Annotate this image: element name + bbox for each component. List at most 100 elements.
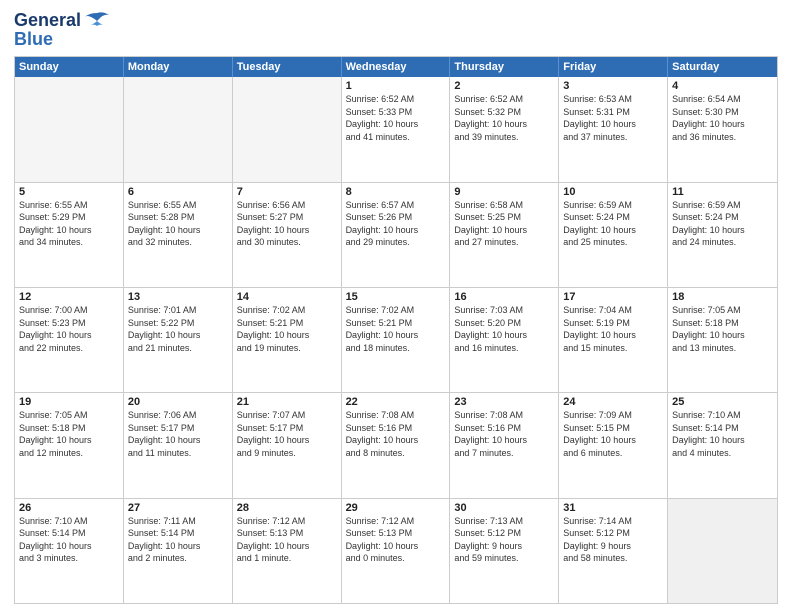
logo-blue: Blue [14,29,53,50]
day-info: Sunrise: 6:59 AMSunset: 5:24 PMDaylight:… [563,199,663,249]
day-number: 10 [563,186,663,198]
calendar-week-5: 26Sunrise: 7:10 AMSunset: 5:14 PMDayligh… [15,498,777,603]
day-number: 21 [237,396,337,408]
calendar-cell: 29Sunrise: 7:12 AMSunset: 5:13 PMDayligh… [342,499,451,603]
weekday-header-saturday: Saturday [668,57,777,77]
day-number: 19 [19,396,119,408]
day-number: 23 [454,396,554,408]
calendar-cell: 1Sunrise: 6:52 AMSunset: 5:33 PMDaylight… [342,77,451,181]
calendar-header: SundayMondayTuesdayWednesdayThursdayFrid… [15,57,777,77]
day-info: Sunrise: 6:52 AMSunset: 5:32 PMDaylight:… [454,93,554,143]
day-info: Sunrise: 6:57 AMSunset: 5:26 PMDaylight:… [346,199,446,249]
day-info: Sunrise: 7:08 AMSunset: 5:16 PMDaylight:… [454,409,554,459]
day-number: 15 [346,291,446,303]
weekday-header-monday: Monday [124,57,233,77]
calendar-week-2: 5Sunrise: 6:55 AMSunset: 5:29 PMDaylight… [15,182,777,287]
day-info: Sunrise: 7:04 AMSunset: 5:19 PMDaylight:… [563,304,663,354]
calendar-cell: 28Sunrise: 7:12 AMSunset: 5:13 PMDayligh… [233,499,342,603]
day-info: Sunrise: 7:05 AMSunset: 5:18 PMDaylight:… [19,409,119,459]
calendar-cell: 2Sunrise: 6:52 AMSunset: 5:32 PMDaylight… [450,77,559,181]
day-info: Sunrise: 7:00 AMSunset: 5:23 PMDaylight:… [19,304,119,354]
day-number: 16 [454,291,554,303]
day-number: 11 [672,186,773,198]
day-number: 6 [128,186,228,198]
weekday-header-friday: Friday [559,57,668,77]
logo-bird-icon [83,11,111,31]
day-number: 31 [563,502,663,514]
day-info: Sunrise: 7:01 AMSunset: 5:22 PMDaylight:… [128,304,228,354]
calendar-cell: 7Sunrise: 6:56 AMSunset: 5:27 PMDaylight… [233,183,342,287]
calendar-cell: 14Sunrise: 7:02 AMSunset: 5:21 PMDayligh… [233,288,342,392]
day-number: 13 [128,291,228,303]
calendar-cell: 19Sunrise: 7:05 AMSunset: 5:18 PMDayligh… [15,393,124,497]
day-info: Sunrise: 7:09 AMSunset: 5:15 PMDaylight:… [563,409,663,459]
day-info: Sunrise: 6:55 AMSunset: 5:29 PMDaylight:… [19,199,119,249]
day-number: 29 [346,502,446,514]
day-info: Sunrise: 6:54 AMSunset: 5:30 PMDaylight:… [672,93,773,143]
day-info: Sunrise: 6:56 AMSunset: 5:27 PMDaylight:… [237,199,337,249]
header: General Blue [14,10,778,50]
day-info: Sunrise: 7:10 AMSunset: 5:14 PMDaylight:… [19,515,119,565]
day-info: Sunrise: 7:10 AMSunset: 5:14 PMDaylight:… [672,409,773,459]
day-info: Sunrise: 7:12 AMSunset: 5:13 PMDaylight:… [346,515,446,565]
day-info: Sunrise: 7:12 AMSunset: 5:13 PMDaylight:… [237,515,337,565]
day-info: Sunrise: 7:13 AMSunset: 5:12 PMDaylight:… [454,515,554,565]
day-number: 5 [19,186,119,198]
day-info: Sunrise: 7:02 AMSunset: 5:21 PMDaylight:… [346,304,446,354]
day-number: 3 [563,80,663,92]
day-number: 18 [672,291,773,303]
day-number: 20 [128,396,228,408]
calendar-cell: 9Sunrise: 6:58 AMSunset: 5:25 PMDaylight… [450,183,559,287]
logo-text: General [14,10,111,31]
calendar-cell: 21Sunrise: 7:07 AMSunset: 5:17 PMDayligh… [233,393,342,497]
day-number: 22 [346,396,446,408]
weekday-header-thursday: Thursday [450,57,559,77]
calendar-cell: 3Sunrise: 6:53 AMSunset: 5:31 PMDaylight… [559,77,668,181]
calendar-cell: 27Sunrise: 7:11 AMSunset: 5:14 PMDayligh… [124,499,233,603]
day-number: 26 [19,502,119,514]
calendar-cell: 10Sunrise: 6:59 AMSunset: 5:24 PMDayligh… [559,183,668,287]
calendar-cell: 30Sunrise: 7:13 AMSunset: 5:12 PMDayligh… [450,499,559,603]
logo: General Blue [14,10,111,50]
day-info: Sunrise: 6:59 AMSunset: 5:24 PMDaylight:… [672,199,773,249]
calendar-cell: 11Sunrise: 6:59 AMSunset: 5:24 PMDayligh… [668,183,777,287]
day-info: Sunrise: 7:08 AMSunset: 5:16 PMDaylight:… [346,409,446,459]
calendar-cell [124,77,233,181]
calendar-body: 1Sunrise: 6:52 AMSunset: 5:33 PMDaylight… [15,77,777,603]
calendar-cell [15,77,124,181]
day-info: Sunrise: 7:02 AMSunset: 5:21 PMDaylight:… [237,304,337,354]
day-info: Sunrise: 7:06 AMSunset: 5:17 PMDaylight:… [128,409,228,459]
calendar-cell: 20Sunrise: 7:06 AMSunset: 5:17 PMDayligh… [124,393,233,497]
day-info: Sunrise: 7:07 AMSunset: 5:17 PMDaylight:… [237,409,337,459]
day-info: Sunrise: 7:14 AMSunset: 5:12 PMDaylight:… [563,515,663,565]
calendar-cell: 23Sunrise: 7:08 AMSunset: 5:16 PMDayligh… [450,393,559,497]
day-number: 4 [672,80,773,92]
calendar-cell: 18Sunrise: 7:05 AMSunset: 5:18 PMDayligh… [668,288,777,392]
weekday-header-wednesday: Wednesday [342,57,451,77]
day-info: Sunrise: 6:55 AMSunset: 5:28 PMDaylight:… [128,199,228,249]
day-number: 7 [237,186,337,198]
day-info: Sunrise: 6:52 AMSunset: 5:33 PMDaylight:… [346,93,446,143]
calendar: SundayMondayTuesdayWednesdayThursdayFrid… [14,56,778,604]
day-number: 24 [563,396,663,408]
calendar-cell: 15Sunrise: 7:02 AMSunset: 5:21 PMDayligh… [342,288,451,392]
day-number: 30 [454,502,554,514]
calendar-week-1: 1Sunrise: 6:52 AMSunset: 5:33 PMDaylight… [15,77,777,181]
calendar-cell: 6Sunrise: 6:55 AMSunset: 5:28 PMDaylight… [124,183,233,287]
page: General Blue SundayMondayTuesdayWednesda… [0,0,792,612]
calendar-cell [668,499,777,603]
day-info: Sunrise: 6:53 AMSunset: 5:31 PMDaylight:… [563,93,663,143]
calendar-cell [233,77,342,181]
weekday-header-sunday: Sunday [15,57,124,77]
day-number: 1 [346,80,446,92]
calendar-cell: 4Sunrise: 6:54 AMSunset: 5:30 PMDaylight… [668,77,777,181]
day-number: 28 [237,502,337,514]
day-number: 2 [454,80,554,92]
day-number: 27 [128,502,228,514]
day-number: 25 [672,396,773,408]
calendar-cell: 24Sunrise: 7:09 AMSunset: 5:15 PMDayligh… [559,393,668,497]
calendar-cell: 17Sunrise: 7:04 AMSunset: 5:19 PMDayligh… [559,288,668,392]
day-number: 9 [454,186,554,198]
calendar-cell: 13Sunrise: 7:01 AMSunset: 5:22 PMDayligh… [124,288,233,392]
weekday-header-tuesday: Tuesday [233,57,342,77]
